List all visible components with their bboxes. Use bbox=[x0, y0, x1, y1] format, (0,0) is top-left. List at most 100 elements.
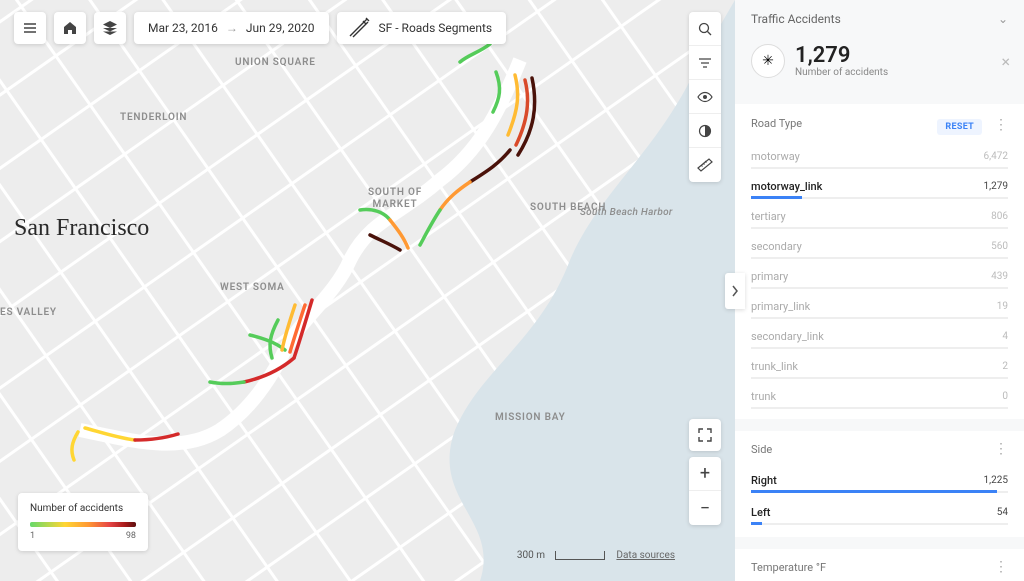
map-harbor-label: South Beach Harbor bbox=[580, 207, 673, 218]
facet-row-primary[interactable]: primary439 bbox=[751, 263, 1008, 289]
data-sources-link[interactable]: Data sources bbox=[616, 550, 675, 561]
side-item-label: Right bbox=[751, 474, 777, 487]
filter-icon bbox=[698, 56, 712, 70]
home-button[interactable] bbox=[54, 12, 86, 44]
contrast-icon bbox=[698, 124, 712, 138]
date-to: Jun 29, 2020 bbox=[246, 21, 315, 35]
facet-road-type: Road Type RESET ⋮ motorway6,472motorway_… bbox=[735, 104, 1024, 419]
facet-item-label: secondary_link bbox=[751, 330, 824, 343]
facet-item-label: secondary bbox=[751, 240, 802, 253]
legend-max: 98 bbox=[126, 531, 136, 541]
panel-title: Traffic Accidents bbox=[751, 12, 841, 26]
scale-segment bbox=[555, 551, 605, 560]
legend-min: 1 bbox=[30, 531, 35, 541]
facet-row-trunk_link[interactable]: trunk_link2 bbox=[751, 353, 1008, 379]
facet-item-label: motorway_link bbox=[751, 180, 822, 193]
layer-name: SF - Roads Segments bbox=[379, 21, 493, 35]
panel-header[interactable]: Traffic Accidents ⌄ bbox=[735, 0, 1024, 38]
facet-row-trunk[interactable]: trunk0 bbox=[751, 383, 1008, 409]
menu-button[interactable] bbox=[14, 12, 46, 44]
facet-item-value: 1,279 bbox=[984, 181, 1008, 192]
visibility-button[interactable] bbox=[689, 80, 721, 114]
map-district-label: SOUTH OFMARKET bbox=[368, 187, 422, 210]
map-district-label: WEST SOMA bbox=[220, 282, 285, 293]
contrast-button[interactable] bbox=[689, 114, 721, 148]
side-bar-bg bbox=[751, 523, 1008, 525]
date-range-pill[interactable]: Mar 23, 2016 → Jun 29, 2020 bbox=[134, 12, 329, 44]
facet-item-label: tertiary bbox=[751, 210, 786, 223]
search-icon bbox=[698, 22, 712, 36]
zoom-in-button[interactable]: + bbox=[689, 457, 721, 491]
panel-collapse-button[interactable] bbox=[725, 273, 745, 309]
facet-row-secondary_link[interactable]: secondary_link 4 bbox=[751, 323, 1008, 349]
side-row-right[interactable]: Right 1,225 bbox=[751, 467, 1008, 493]
side-item-label: Left bbox=[751, 506, 770, 519]
zoom-out-button[interactable]: − bbox=[689, 491, 721, 525]
facet-item-value: 6,472 bbox=[984, 151, 1008, 162]
facet-item-value: 806 bbox=[991, 211, 1008, 222]
facet-bar-bg bbox=[751, 287, 1008, 289]
facet-more-button[interactable]: ⋮ bbox=[994, 117, 1008, 133]
side-row-left[interactable]: Left 54 bbox=[751, 499, 1008, 525]
map-city-label: San Francisco bbox=[14, 215, 149, 241]
filter-button[interactable] bbox=[689, 46, 721, 80]
measure-button[interactable] bbox=[689, 148, 721, 182]
search-button[interactable] bbox=[689, 12, 721, 46]
facet-item-value: 4 bbox=[1002, 331, 1008, 342]
scale-label: 300 m bbox=[517, 550, 545, 561]
close-metric-button[interactable]: × bbox=[1001, 52, 1010, 71]
facet-item-value: 560 bbox=[991, 241, 1008, 252]
map-top-toolbar: Mar 23, 2016 → Jun 29, 2020 SF - Roads S… bbox=[14, 12, 506, 44]
legend-title: Number of accidents bbox=[30, 503, 136, 514]
date-from: Mar 23, 2016 bbox=[148, 21, 218, 35]
side-item-value: 1,225 bbox=[984, 475, 1008, 486]
facet-item-label: primary_link bbox=[751, 300, 810, 313]
facet-bar-bg bbox=[751, 167, 1008, 169]
facet-more-button[interactable]: ⋮ bbox=[994, 559, 1008, 575]
facet-title: Temperature °F bbox=[751, 561, 826, 574]
chevron-down-icon: ⌄ bbox=[998, 12, 1008, 26]
reset-button[interactable]: RESET bbox=[937, 119, 982, 135]
facet-bar-bg bbox=[751, 407, 1008, 409]
scale-bar: 300 m bbox=[517, 550, 605, 561]
facet-bar-fg bbox=[751, 196, 802, 199]
fullscreen-button[interactable] bbox=[689, 419, 721, 451]
facet-item-label: motorway bbox=[751, 150, 800, 163]
facet-side: Side ⋮ Right1,225Left54 bbox=[735, 431, 1024, 537]
facet-row-tertiary[interactable]: tertiary 806 bbox=[751, 203, 1008, 229]
map-tool-rail bbox=[689, 12, 721, 182]
side-item-value: 54 bbox=[997, 507, 1008, 518]
legend-gradient bbox=[30, 522, 136, 527]
side-bar-fg bbox=[751, 490, 997, 493]
map-district-label: MISSION BAY bbox=[495, 412, 566, 423]
facet-bar-bg bbox=[751, 377, 1008, 379]
hamburger-icon bbox=[23, 21, 37, 35]
layers-button[interactable] bbox=[94, 12, 126, 44]
fullscreen-icon bbox=[698, 428, 712, 442]
side-bar-fg bbox=[751, 522, 762, 525]
facet-more-button[interactable]: ⋮ bbox=[994, 441, 1008, 457]
map-district-label: ES VALLEY bbox=[0, 307, 57, 318]
eye-icon bbox=[697, 90, 713, 104]
road-segments-icon bbox=[347, 16, 371, 40]
facet-row-motorway_link[interactable]: motorway_link 1,279 bbox=[751, 173, 1008, 199]
facet-bar-bg bbox=[751, 257, 1008, 259]
map-district-label: TENDERLOIN bbox=[120, 112, 187, 123]
layer-pill[interactable]: SF - Roads Segments bbox=[337, 12, 507, 44]
metric-value: 1,279 bbox=[795, 45, 888, 67]
side-panel: Traffic Accidents ⌄ ✳︎ 1,279 Number of a… bbox=[735, 0, 1024, 581]
facet-row-primary_link[interactable]: primary_link19 bbox=[751, 293, 1008, 319]
layers-icon bbox=[102, 20, 118, 36]
ruler-icon bbox=[697, 158, 713, 172]
map-canvas[interactable]: San Francisco UNION SQUARE TENDERLOIN SO… bbox=[0, 0, 735, 581]
zoom-control: + − bbox=[689, 457, 721, 525]
facet-row-motorway[interactable]: motorway 6,472 bbox=[751, 143, 1008, 169]
facet-bar-bg bbox=[751, 347, 1008, 349]
metric-label: Number of accidents bbox=[795, 67, 888, 78]
facet-bar-bg bbox=[751, 227, 1008, 229]
map-legend: Number of accidents 1 98 bbox=[18, 493, 148, 551]
sparkle-icon: ✳︎ bbox=[751, 44, 785, 78]
facet-row-secondary[interactable]: secondary 560 bbox=[751, 233, 1008, 259]
facet-item-label: primary bbox=[751, 270, 788, 283]
chevron-right-icon bbox=[731, 285, 739, 297]
